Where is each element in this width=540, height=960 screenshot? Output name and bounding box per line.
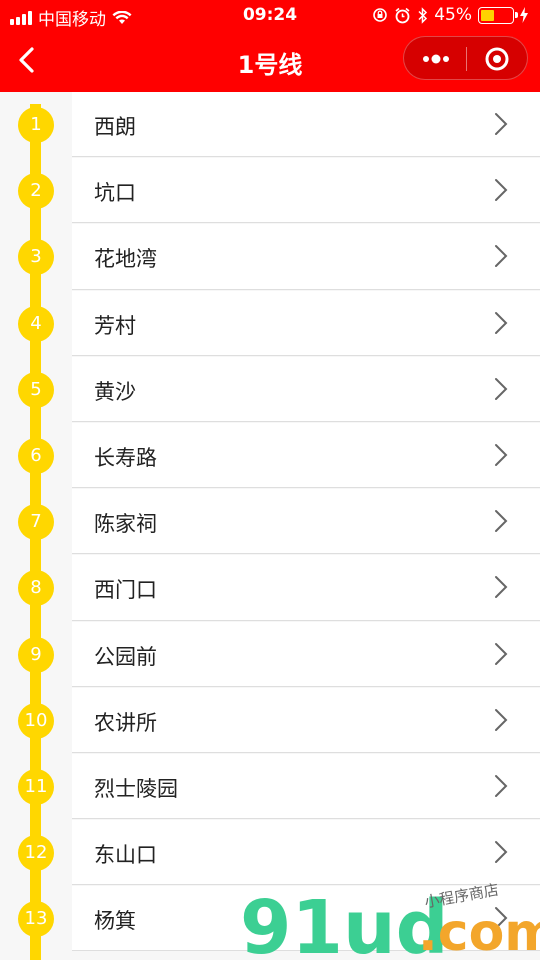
charging-icon [520,7,528,23]
station-cell[interactable]: 黄沙 [72,356,540,422]
station-cell[interactable]: 长寿路 [72,422,540,489]
chevron-right-icon [495,708,508,731]
station-number-badge: 8 [18,570,54,607]
chevron-right-icon [495,774,508,797]
capsule-divider [466,47,467,71]
station-list: 1 西朗 2 坑口 3 花地湾 4 芳村 5 黄沙 6 长寿路 7 陈家祠 8 西门口 9 公园前 10 农讲所 11 烈… [0,92,540,960]
station-name: 坑口 [94,181,136,206]
chevron-right-icon [495,113,508,135]
station-cell[interactable]: 杨箕 [72,886,540,952]
chevron-right-icon [495,245,508,268]
station-number-badge: 7 [18,504,54,541]
station-name: 黄沙 [94,379,136,404]
station-name: 花地湾 [94,247,157,272]
station-name: 东山口 [94,843,157,868]
station-item[interactable]: 4 芳村 [0,290,540,357]
chevron-right-icon [495,841,508,864]
mini-program-capsule [403,36,528,80]
station-number-badge: 12 [18,835,54,872]
station-number-badge: 4 [18,305,54,342]
status-right: 45% [372,5,528,25]
station-name: 陈家祠 [94,512,157,537]
more-icon[interactable] [417,46,455,72]
chevron-right-icon [495,576,508,599]
station-number-badge: 11 [18,768,54,805]
station-number-badge: 5 [18,371,54,408]
station-number-badge: 9 [18,636,54,673]
chevron-right-icon [495,642,508,665]
station-item[interactable]: 11 烈士陵园 [0,753,540,820]
station-name: 杨箕 [94,909,136,934]
station-number-badge: 13 [18,901,54,938]
station-cell[interactable]: 西朗 [72,92,540,158]
station-cell[interactable]: 公园前 [72,621,540,687]
station-number-badge: 10 [18,702,54,739]
station-item[interactable]: 7 陈家祠 [0,489,540,555]
station-number-badge: 6 [18,437,54,474]
station-cell[interactable]: 陈家祠 [72,489,540,555]
battery-percent: 45% [434,5,472,25]
alarm-icon [395,7,410,23]
station-cell[interactable]: 农讲所 [72,687,540,753]
station-name: 公园前 [94,644,157,669]
station-name: 西门口 [94,578,157,603]
station-item[interactable]: 6 长寿路 [0,422,540,489]
station-number-badge: 1 [18,107,54,143]
status-bar: 中国移动 09:24 45% [0,0,540,30]
station-item[interactable]: 2 坑口 [0,158,540,224]
station-item[interactable]: 10 农讲所 [0,687,540,754]
station-cell[interactable]: 花地湾 [72,224,540,290]
chevron-right-icon [495,179,508,202]
station-name: 长寿路 [94,445,157,470]
bluetooth-icon [418,6,428,24]
station-cell[interactable]: 东山口 [72,820,540,886]
station-item[interactable]: 13 杨箕 [0,886,540,952]
station-item[interactable]: 3 花地湾 [0,224,540,290]
chevron-right-icon [495,907,508,930]
station-number-badge: 3 [18,239,54,276]
close-mini-program-icon[interactable] [479,46,515,72]
station-item[interactable]: 8 西门口 [0,555,540,621]
rotation-lock-icon [373,8,388,22]
station-number-badge: 2 [18,173,54,210]
station-name: 烈士陵园 [94,776,178,801]
chevron-right-icon [495,311,508,334]
station-cell[interactable]: 芳村 [72,290,540,356]
chevron-right-icon [495,510,508,533]
chevron-right-icon [495,443,508,466]
chevron-right-icon [495,377,508,400]
station-name: 芳村 [94,313,136,338]
station-cell[interactable]: 烈士陵园 [72,753,540,820]
station-cell[interactable]: 坑口 [72,158,540,224]
station-item[interactable]: 1 西朗 [0,92,540,158]
station-name: 西朗 [94,115,136,139]
nav-bar: 1号线 [0,30,540,92]
station-cell[interactable]: 西门口 [72,555,540,621]
stations-container: 1 西朗 2 坑口 3 花地湾 4 芳村 5 黄沙 6 长寿路 7 陈家祠 8 西门口 9 公园前 10 农讲所 11 烈… [0,92,540,952]
station-item[interactable]: 12 东山口 [0,820,540,886]
battery-icon [478,6,518,24]
station-item[interactable]: 9 公园前 [0,621,540,688]
station-name: 农讲所 [94,710,157,735]
station-item[interactable]: 5 黄沙 [0,356,540,423]
